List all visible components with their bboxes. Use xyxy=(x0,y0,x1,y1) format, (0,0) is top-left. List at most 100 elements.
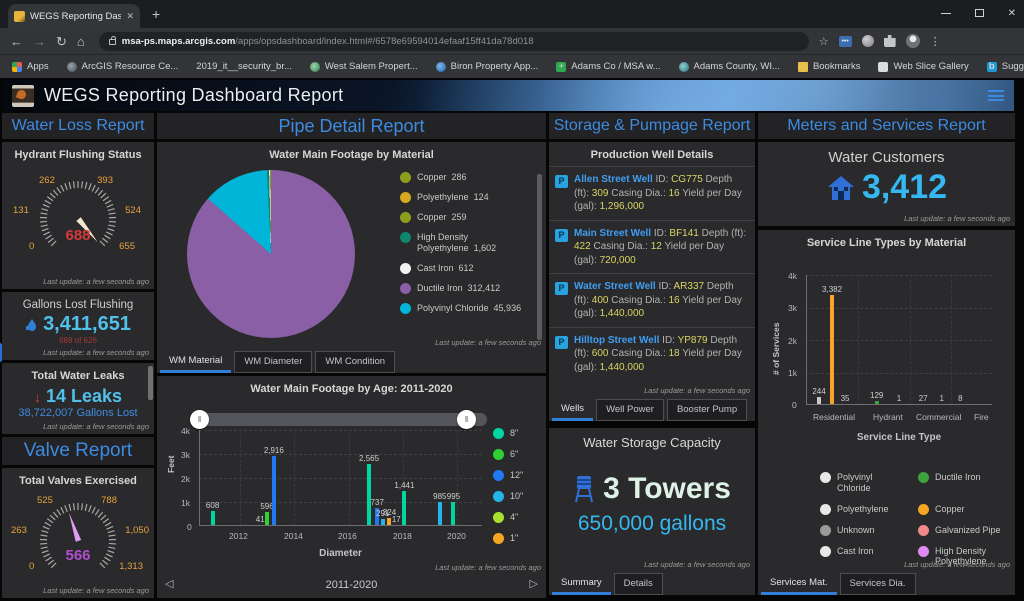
address-bar[interactable]: msa-ps.maps.arcgis.com/apps/opsdashboard… xyxy=(99,32,809,51)
scrollbar-thumb[interactable] xyxy=(148,366,153,400)
bookmark-bookmarks-folder[interactable]: Bookmarks xyxy=(798,61,861,72)
bar: 2,916 xyxy=(272,456,276,526)
bar: 3,382 xyxy=(830,295,834,405)
browser-menu-icon[interactable]: ⋮ xyxy=(930,35,941,48)
legend-dot xyxy=(820,472,831,483)
legend-scrollbar-thumb[interactable] xyxy=(537,174,542,340)
tab-wm-diameter[interactable]: WM Diameter xyxy=(234,351,312,373)
tab-booster-pump[interactable]: Booster Pump xyxy=(667,399,747,421)
panel-title: Water Storage Capacity xyxy=(549,428,755,450)
last-update-text: Last update: a few seconds ago xyxy=(904,214,1010,223)
y-tick: 0 xyxy=(187,522,192,532)
web-slice-icon xyxy=(878,62,888,72)
window-close-button[interactable]: ✕ xyxy=(1008,8,1016,19)
water-storage-capacity-panel: Water Storage Capacity 3 Towers 650,000 … xyxy=(549,428,755,595)
legend-dot xyxy=(493,491,504,502)
bookmark-arcgis-resource[interactable]: ArcGIS Resource Ce... xyxy=(67,61,179,72)
tab-wm-material[interactable]: WM Material xyxy=(160,351,231,373)
y-tick: 3k xyxy=(788,303,797,313)
well-list-item[interactable]: P Hilltop Street Well ID: YP879 Depth (f… xyxy=(549,327,755,381)
total-leaks-value: 14 Leaks xyxy=(46,386,122,407)
last-update-text: Last update: a few seconds ago xyxy=(43,586,149,595)
legend-dot xyxy=(493,449,504,460)
y-tick: 4k xyxy=(181,426,190,436)
bookmark-star-icon[interactable]: ☆ xyxy=(819,35,829,48)
lock-icon[interactable] xyxy=(109,39,116,45)
new-tab-button[interactable]: + xyxy=(152,6,160,22)
tab-well-power[interactable]: Well Power xyxy=(596,399,664,421)
x-tick: 2016 xyxy=(338,531,357,541)
last-update-text: Last update: a few seconds ago xyxy=(43,277,149,286)
bookmark-adams-county[interactable]: Adams County, WI... xyxy=(679,61,780,72)
tab-summary[interactable]: Summary xyxy=(552,573,611,595)
tab-services-dia[interactable]: Services Dia. xyxy=(840,573,916,595)
leak-arrow-icon: ↓ xyxy=(34,389,41,405)
home-button[interactable]: ⌂ xyxy=(77,35,85,48)
extension-circle-icon[interactable] xyxy=(862,35,874,47)
bookmark-2019-it-security[interactable]: 2019_it__security_br... xyxy=(196,61,292,72)
extensions-puzzle-icon[interactable] xyxy=(884,35,896,47)
section-title-meters-services: Meters and Services Report xyxy=(758,113,1015,139)
window-minimize-button[interactable] xyxy=(941,13,951,14)
apps-grid-icon xyxy=(12,62,22,72)
y-axis xyxy=(199,430,200,526)
well-list-item[interactable]: P Main Street Well ID: BF141 Depth (ft):… xyxy=(549,220,755,274)
bookmark-apps[interactable]: Apps xyxy=(12,61,49,72)
dashboard-header: WEGS Reporting Dashboard Report xyxy=(2,80,1014,111)
time-slider-handle-left[interactable]: ‖ xyxy=(190,410,209,429)
range-next-arrow[interactable]: ▷ xyxy=(530,577,538,590)
x-axis-label: Service Line Type xyxy=(806,432,992,443)
time-slider-handle-right[interactable]: ‖ xyxy=(457,410,476,429)
x-tick: Commercial xyxy=(916,412,961,422)
y-tick: 1k xyxy=(788,368,797,378)
legend-item: Polyvinyl Chloride xyxy=(820,472,892,494)
last-update-text: Last update: a few seconds ago xyxy=(644,560,750,569)
service-bar-plot: 2443,3823512912718 xyxy=(806,275,992,405)
bar-value-label: 608 xyxy=(206,501,219,510)
well-icon: P xyxy=(555,229,568,242)
legend-dot xyxy=(400,283,411,294)
hydrant-flushing-status-panel: Hydrant Flushing Status 0 131 262 393 52… xyxy=(2,142,154,289)
forward-button[interactable]: → xyxy=(33,35,46,48)
bookmark-west-salem[interactable]: West Salem Propert... xyxy=(310,61,418,72)
extension-dots-icon[interactable]: ••• xyxy=(839,36,852,47)
back-button[interactable]: ← xyxy=(10,35,23,48)
hamburger-menu-icon[interactable] xyxy=(988,90,1004,101)
bar-value-label: 1,441 xyxy=(394,481,414,490)
well-list-item[interactable]: P Water Street Well ID: AR337 Depth (ft)… xyxy=(549,273,755,327)
folder-icon xyxy=(798,62,808,72)
bookmark-adams-msa[interactable]: +Adams Co / MSA w... xyxy=(556,61,660,72)
last-update-text: Last update: a few seconds ago xyxy=(435,563,541,572)
profile-avatar[interactable] xyxy=(906,34,920,48)
wells-tabs: Wells Well Power Booster Pump xyxy=(549,399,747,421)
bookmark-suggested-sites[interactable]: bSuggested Sites xyxy=(987,61,1024,72)
browser-tab[interactable]: WEGS Reporting Dashboard ✕ xyxy=(8,4,140,28)
gauge-value: 688 xyxy=(15,227,141,244)
tab-favicon xyxy=(14,11,25,22)
time-slider-track[interactable] xyxy=(197,413,487,426)
legend-dot xyxy=(400,212,411,223)
tab-wm-condition[interactable]: WM Condition xyxy=(315,351,395,373)
tab-close-icon[interactable]: ✕ xyxy=(126,11,134,22)
window-maximize-button[interactable] xyxy=(975,9,984,17)
gauge-value: 566 xyxy=(15,547,141,564)
bookmark-biron-property[interactable]: Biron Property App... xyxy=(436,61,539,72)
well-list-item[interactable]: P Allen Street Well ID: CG775 Depth (ft)… xyxy=(549,166,755,220)
tab-details[interactable]: Details xyxy=(614,573,663,595)
reload-button[interactable]: ↻ xyxy=(56,35,67,48)
production-well-details-panel: Production Well Details P Allen Street W… xyxy=(549,142,755,421)
services-tabs: Services Mat. Services Dia. xyxy=(758,573,916,595)
bookmark-web-slice-gallery[interactable]: Web Slice Gallery xyxy=(878,61,968,72)
tab-services-mat[interactable]: Services Mat. xyxy=(761,573,837,595)
tab-wells[interactable]: Wells xyxy=(552,399,593,421)
last-update-text: Last update: a few seconds ago xyxy=(435,338,541,347)
age-bars: 608415962,9162,565737291324171,441985995 xyxy=(199,430,482,526)
window-controls: ✕ xyxy=(941,2,1016,24)
legend-item: 1" xyxy=(493,533,523,544)
material-pie-chart xyxy=(187,170,355,338)
x-tick: 2018 xyxy=(393,531,412,541)
water-main-age-panel: Water Main Footage by Age: 2011-2020 ‖ ‖… xyxy=(157,376,546,598)
water-customers-value: 3,412 xyxy=(862,168,947,207)
legend-dot xyxy=(493,533,504,544)
bookmarks-bar: Apps ArcGIS Resource Ce... 2019_it__secu… xyxy=(0,54,1024,78)
